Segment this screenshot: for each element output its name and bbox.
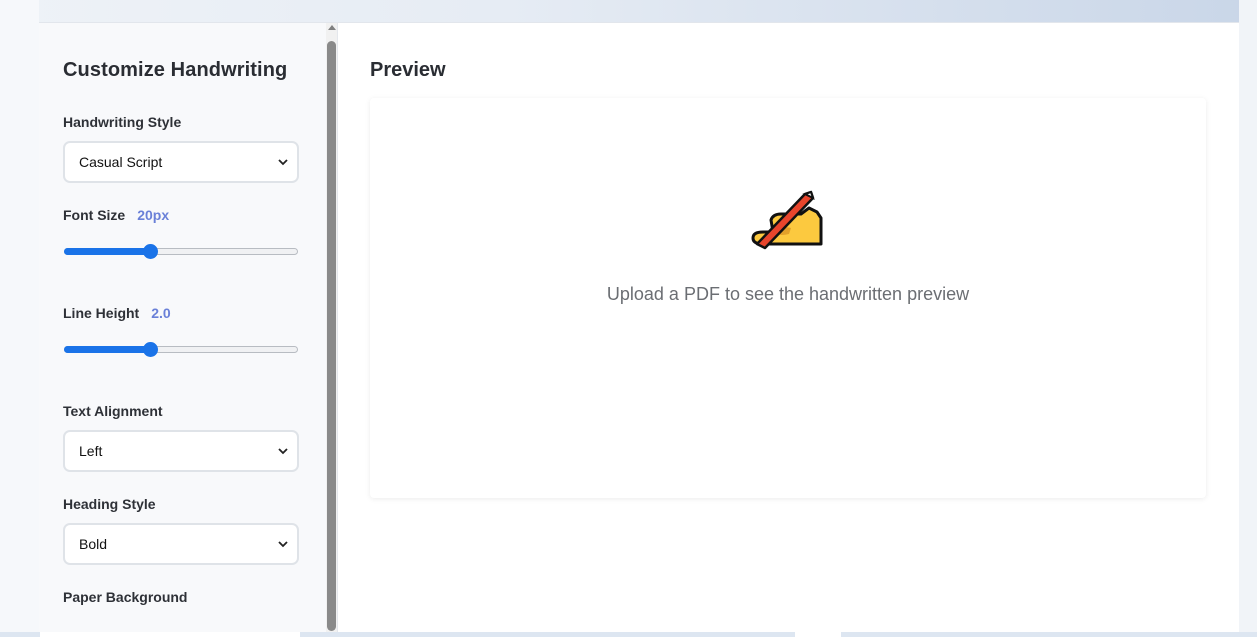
line-height-label: Line Height 2.0: [63, 305, 313, 321]
font-size-slider-fill: [64, 248, 152, 255]
scroll-up-arrow-icon[interactable]: [328, 25, 336, 30]
heading-style-label: Heading Style: [63, 496, 313, 512]
chevron-down-icon: [278, 537, 288, 551]
line-height-value: 2.0: [151, 305, 171, 321]
customize-sidebar: Customize Handwriting Handwriting Style …: [39, 23, 338, 634]
text-alignment-select[interactable]: Left: [63, 430, 299, 472]
font-size-label: Font Size 20px: [63, 207, 313, 223]
font-size-slider[interactable]: [63, 243, 299, 259]
font-size-value: 20px: [137, 207, 170, 223]
paper-background-label: Paper Background: [63, 589, 313, 605]
app-window: Customize Handwriting Handwriting Style …: [39, 22, 1239, 634]
handwriting-style-value: Casual Script: [79, 154, 163, 170]
writing-hand-icon: [751, 190, 823, 250]
line-height-slider-fill: [64, 346, 152, 353]
left-margin: [0, 0, 39, 637]
font-size-slider-thumb[interactable]: [143, 244, 158, 259]
chevron-down-icon: [278, 444, 288, 458]
handwriting-style-select[interactable]: Casual Script: [63, 141, 299, 183]
scrollbar-thumb[interactable]: [327, 41, 336, 631]
heading-style-select[interactable]: Bold: [63, 523, 299, 565]
bottom-segment: [40, 632, 300, 637]
preview-card: Upload a PDF to see the handwritten prev…: [370, 98, 1206, 498]
line-height-slider[interactable]: [63, 341, 299, 357]
line-height-label-text: Line Height: [63, 305, 140, 321]
handwriting-style-label-text: Handwriting Style: [63, 114, 182, 130]
bottom-taskbar-strip: [0, 632, 1257, 637]
heading-style-label-text: Heading Style: [63, 496, 156, 512]
empty-preview-message: Upload a PDF to see the handwritten prev…: [606, 284, 970, 304]
text-alignment-value: Left: [79, 443, 103, 459]
preview-panel: Preview Upload a PDF to see the handwrit…: [338, 23, 1239, 634]
chevron-down-icon: [278, 155, 288, 169]
paper-background-label-text: Paper Background: [63, 589, 188, 605]
text-alignment-label-text: Text Alignment: [63, 403, 163, 419]
text-alignment-label: Text Alignment: [63, 403, 313, 419]
preview-title: Preview: [370, 59, 446, 81]
font-size-label-text: Font Size: [63, 207, 126, 223]
sidebar-title: Customize Handwriting: [63, 59, 288, 81]
handwriting-style-label: Handwriting Style: [63, 114, 313, 130]
sidebar-scrollbar[interactable]: [326, 23, 337, 634]
bottom-segment: [795, 632, 841, 637]
heading-style-value: Bold: [79, 536, 108, 552]
right-margin: [1239, 0, 1257, 637]
line-height-slider-thumb[interactable]: [143, 342, 158, 357]
